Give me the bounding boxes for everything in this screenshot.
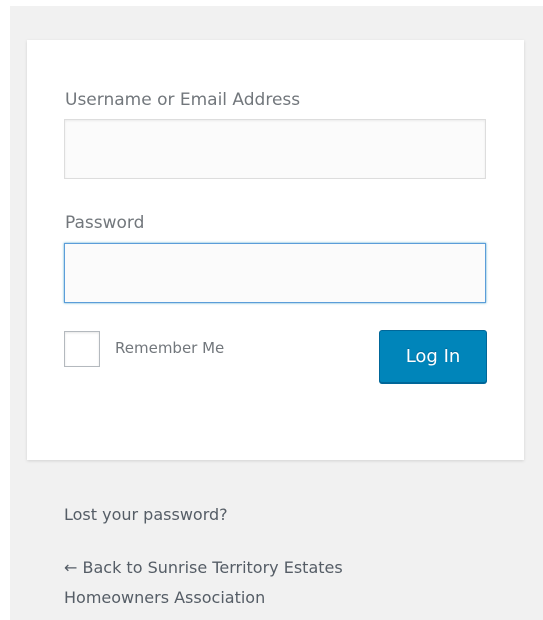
lost-password-link[interactable]: Lost your password? xyxy=(64,500,228,530)
back-to-site-link[interactable]: ← Back to Sunrise Territory Estates Home… xyxy=(64,553,424,613)
password-input[interactable] xyxy=(64,243,486,303)
back-to-site-label: Back to Sunrise Territory Estates Homeow… xyxy=(64,558,343,607)
login-form: Username or Email Address Password Remem… xyxy=(27,40,524,460)
username-input[interactable] xyxy=(64,119,486,179)
username-label: Username or Email Address xyxy=(65,90,301,110)
remember-me-checkbox[interactable] xyxy=(64,331,100,367)
password-label: Password xyxy=(65,213,145,233)
log-in-button[interactable]: Log In xyxy=(379,330,487,383)
left-arrow-icon: ← xyxy=(64,558,78,577)
remember-me-label[interactable]: Remember Me xyxy=(115,341,224,356)
